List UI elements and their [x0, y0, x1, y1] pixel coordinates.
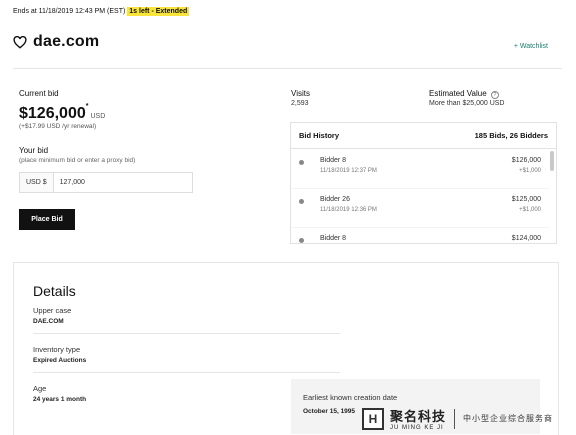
divider — [33, 333, 340, 334]
upper-case-label: Upper case — [33, 306, 72, 315]
bid-row: Bidder 8 11/18/2019 12:37 PM $126,000 +$… — [291, 150, 549, 188]
estimated-value-text: Estimated Value — [429, 89, 487, 98]
bid-increment: +$1,000 — [519, 168, 541, 174]
current-bid-value: $126,000 — [19, 105, 86, 122]
currency-label: USD — [90, 113, 106, 120]
help-icon[interactable]: ? — [490, 91, 499, 99]
bidder-name: Bidder 26 — [320, 196, 350, 203]
auction-end-info: Ends at 11/18/2019 12:43 PM (EST) 1s lef… — [13, 7, 190, 16]
age-value: 24 years 1 month — [33, 396, 87, 403]
upper-case-value: DAE.COM — [33, 318, 64, 325]
bid-amount: $124,000 — [511, 235, 541, 242]
bid-history-title: Bid History — [299, 131, 340, 140]
bid-amount-input[interactable]: 127,000 — [54, 179, 85, 186]
domain-header: dae.com — [13, 33, 99, 51]
brand-name-en: JU MING KE JI — [390, 425, 444, 431]
bullet-icon — [299, 238, 304, 243]
currency-prefix: USD $ — [20, 173, 54, 192]
current-bid-amount: $126,000*USD — [19, 103, 105, 123]
inventory-type-value: Expired Auctions — [33, 357, 87, 364]
auction-end-text: Ends at 11/18/2019 12:43 PM (EST) — [13, 8, 126, 15]
bid-history-summary: 185 Bids, 26 Bidders — [474, 131, 548, 140]
estimated-value-label: Estimated Value ? — [429, 89, 499, 99]
bid-time: 11/18/2019 12:36 PM — [320, 207, 377, 213]
place-bid-button[interactable]: Place Bid — [19, 209, 75, 230]
divider — [13, 68, 562, 69]
bidder-name: Bidder 8 — [320, 235, 347, 242]
bid-amount: $125,000 — [511, 196, 541, 203]
bid-increment: +$1,000 — [519, 207, 541, 213]
details-title: Details — [33, 283, 76, 299]
bid-history-panel: Bid History 185 Bids, 26 Bidders Bidder … — [290, 122, 557, 244]
bid-history-header: Bid History 185 Bids, 26 Bidders — [291, 123, 556, 149]
divider — [33, 372, 340, 373]
bid-amount-field[interactable]: USD $ 127,000 — [19, 172, 193, 193]
heart-icon[interactable] — [13, 35, 27, 49]
bidder-name: Bidder 8 — [320, 157, 347, 164]
your-bid-label: Your bid — [19, 146, 49, 155]
brand-slogan: 中小型企业综合服务商 — [463, 414, 554, 423]
domain-name: dae.com — [33, 33, 100, 50]
brand-names: 聚名科技 JU MING KE JI — [390, 406, 446, 431]
visits-label: Visits — [291, 89, 310, 98]
inventory-type-label: Inventory type — [33, 345, 81, 354]
divider — [454, 408, 456, 429]
bid-amount: $126,000 — [511, 157, 541, 164]
price-asterisk: * — [85, 103, 89, 110]
estimated-value: More than $25,000 USD — [429, 100, 505, 107]
bullet-icon — [299, 160, 304, 165]
visits-value: 2,593 — [291, 100, 309, 107]
bid-time: 11/18/2019 12:37 PM — [320, 168, 377, 174]
bid-row: Bidder 8 $124,000 — [291, 228, 549, 243]
age-label: Age — [33, 384, 47, 393]
bid-row: Bidder 26 11/18/2019 12:36 PM $125,000 +… — [291, 189, 549, 227]
current-bid-label: Current bid — [19, 89, 59, 98]
watermark: H 聚名科技 JU MING KE JI 中小型企业综合服务商 — [362, 406, 553, 431]
your-bid-hint: (place minimum bid or enter a proxy bid) — [19, 157, 136, 164]
creation-date-label: Earliest known creation date — [303, 393, 398, 402]
bid-history-list[interactable]: Bidder 8 11/18/2019 12:37 PM $126,000 +$… — [291, 150, 549, 243]
bullet-icon — [299, 199, 304, 204]
brand-logo-icon: H — [362, 407, 384, 430]
watchlist-link[interactable]: + Watchlist — [514, 43, 548, 50]
time-left-badge: 1s left - Extended — [127, 7, 190, 16]
brand-name-cn: 聚名科技 — [390, 409, 447, 424]
scrollbar[interactable] — [550, 151, 554, 171]
renewal-note: (+$17.99 USD /yr renewal) — [19, 123, 97, 130]
